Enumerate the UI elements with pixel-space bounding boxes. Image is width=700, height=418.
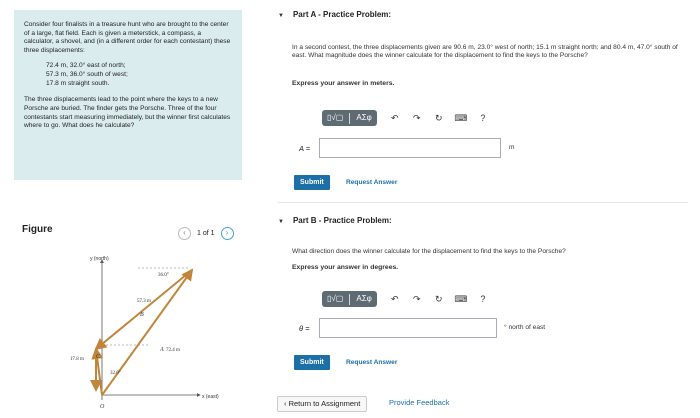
templates-button[interactable]: ▯√▢ bbox=[325, 293, 345, 305]
part-a-instruction: Express your answer in meters. bbox=[292, 80, 395, 87]
part-a-answer-input[interactable] bbox=[319, 138, 501, 158]
part-a-title: Part A - Practice Problem: bbox=[292, 10, 392, 19]
undo-icon[interactable]: ↶ bbox=[389, 112, 401, 124]
figure-pager: ‹ 1 of 1 › bbox=[178, 227, 234, 240]
part-b-unit: ° north of east bbox=[504, 324, 546, 331]
part-b-variable: θ = bbox=[299, 324, 310, 333]
part-a-submit-button[interactable]: Submit bbox=[294, 175, 330, 190]
origin-label: O bbox=[100, 404, 105, 410]
keyboard-icon[interactable]: ⌨ bbox=[454, 293, 467, 305]
displacement-3: 17.8 m straight south. bbox=[46, 80, 110, 88]
problem-intro: Consider four finalists in a treasure hu… bbox=[24, 21, 231, 54]
reset-icon[interactable]: ↻ bbox=[433, 112, 445, 124]
displacement-2: 57.3 m, 36.0° south of west; bbox=[46, 71, 128, 79]
part-a-toolbar: ▯√▢ ΑΣφ ↶ ↷ ↻ ⌨ ? bbox=[322, 109, 489, 127]
provide-feedback-link[interactable]: Provide Feedback bbox=[389, 398, 449, 407]
part-b-title: Part B - Practice Problem: bbox=[292, 216, 392, 225]
problem-outro: The three displacements lead to the poin… bbox=[24, 96, 231, 130]
help-icon[interactable]: ? bbox=[477, 293, 489, 305]
prev-figure-button[interactable]: ‹ bbox=[178, 227, 191, 240]
part-a-variable: A = bbox=[299, 144, 311, 153]
math-templates-group: ▯√▢ ΑΣφ bbox=[322, 110, 377, 126]
reset-icon[interactable]: ↻ bbox=[433, 293, 445, 305]
part-b-header[interactable]: ▼ Part B - Practice Problem: bbox=[278, 216, 392, 225]
y-axis-label: y (north) bbox=[90, 256, 109, 262]
displacement-1: 72.4 m, 32.0° east of north; bbox=[46, 62, 126, 70]
vector-b-label: B bbox=[140, 312, 144, 318]
vector-b-length: 57.3 m bbox=[137, 299, 151, 304]
part-a-unit: m bbox=[509, 144, 515, 151]
vector-c-label: C bbox=[96, 354, 101, 360]
vector-a-length: 72.4 m bbox=[166, 348, 180, 353]
return-to-assignment-button[interactable]: ‹ Return to Assignment bbox=[277, 396, 368, 412]
redo-icon[interactable]: ↷ bbox=[411, 112, 423, 124]
pager-text: 1 of 1 bbox=[197, 230, 215, 237]
part-a-question: In a second contest, the three displacem… bbox=[292, 44, 678, 60]
undo-icon[interactable]: ↶ bbox=[389, 293, 401, 305]
next-figure-button[interactable]: › bbox=[220, 227, 234, 240]
redo-icon[interactable]: ↷ bbox=[411, 293, 423, 305]
symbols-button[interactable]: ΑΣφ bbox=[354, 293, 373, 305]
vector-a-label: A bbox=[159, 347, 164, 353]
part-b-toolbar: ▯√▢ ΑΣφ ↶ ↷ ↻ ⌨ ? bbox=[322, 290, 489, 308]
math-templates-group: ▯√▢ ΑΣφ bbox=[322, 291, 377, 307]
vector-c-length: 17.8 m bbox=[70, 357, 84, 362]
vector-diagram: y (north) x (east) O A B C 57.3 m 72.4 m… bbox=[70, 256, 219, 410]
figure-title: Figure bbox=[22, 224, 53, 235]
problem-statement: Consider four finalists in a treasure hu… bbox=[14, 10, 242, 180]
help-icon[interactable]: ? bbox=[477, 112, 489, 124]
part-b-request-answer[interactable]: Request Answer bbox=[346, 359, 397, 366]
collapse-icon: ▼ bbox=[278, 219, 284, 225]
section-divider bbox=[278, 202, 688, 203]
angle-a-label: 32.0° bbox=[110, 371, 121, 376]
part-b-submit-button[interactable]: Submit bbox=[294, 355, 330, 370]
templates-button[interactable]: ▯√▢ bbox=[325, 112, 345, 124]
keyboard-icon[interactable]: ⌨ bbox=[454, 112, 467, 124]
symbols-button[interactable]: ΑΣφ bbox=[354, 112, 373, 124]
part-b-question: What direction does the winner calculate… bbox=[292, 248, 566, 255]
part-b-answer-input[interactable] bbox=[319, 318, 497, 338]
collapse-icon: ▼ bbox=[278, 13, 284, 19]
part-b-instruction: Express your answer in degrees. bbox=[292, 264, 399, 271]
x-axis-label: x (east) bbox=[202, 394, 219, 400]
displacement-list: 72.4 m, 32.0° east of north; 57.3 m, 36.… bbox=[46, 61, 232, 88]
part-a-header[interactable]: ▼ Part A - Practice Problem: bbox=[278, 10, 391, 19]
part-a-request-answer[interactable]: Request Answer bbox=[346, 179, 397, 186]
angle-b-label: 36.0° bbox=[158, 273, 169, 278]
